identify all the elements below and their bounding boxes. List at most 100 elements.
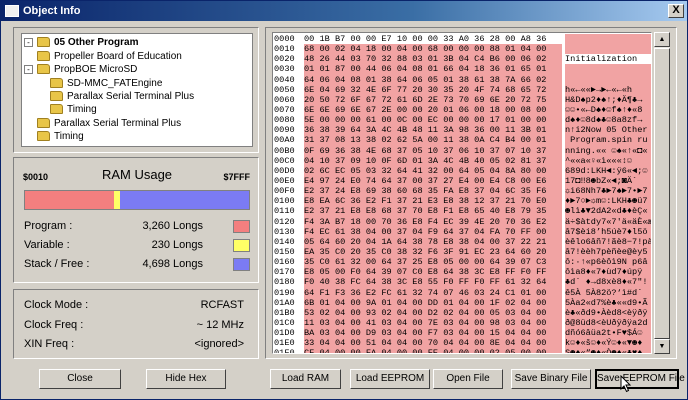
hex-row-ascii: 5Àa2«d7%è♣««d9•Ã [565, 297, 648, 308]
ram-usage-bar [24, 190, 250, 210]
window-close-button[interactable]: X [668, 4, 684, 18]
hex-row-bytes: CF 04 00 00 FA 04 00 00 FE 04 00 00 02 0… [304, 348, 547, 354]
stack-free-row: Stack / Free : 4,698 Longs [24, 258, 250, 272]
hex-row-address: 0100 [274, 196, 295, 207]
hex-row-address: 01B0 [274, 307, 295, 318]
open-file-button[interactable]: Open File [433, 369, 503, 389]
hex-row-ascii: ê5À 5À82ö?‘ì#d` [565, 287, 648, 298]
hex-row-bytes: F4 EC 61 38 04 00 37 04 F9 64 37 04 FA 7… [304, 226, 547, 237]
hex-row-bytes: E2 37 24 E8 69 38 60 68 35 FA E8 37 04 6… [304, 186, 547, 197]
tree-item[interactable]: Propeller Board of Education [37, 50, 182, 62]
hex-row-address: 00F0 [274, 186, 295, 197]
tree-item[interactable]: - PropBOE MicroSD [24, 63, 137, 75]
hex-row-ascii: k☺♦«š☺♦«Ý☺♦«▼☻♦ [565, 338, 643, 349]
hex-row-bytes: 31 37 08 13 38 02 62 5A 00 11 38 0A C4 B… [304, 135, 547, 146]
clock-freq-value: ~ 12 MHz [196, 319, 244, 331]
stack-free-color-swatch [233, 258, 250, 271]
hex-row-bytes: E4 97 24 E0 74 64 37 00 37 27 E4 00 E4 C… [304, 175, 547, 186]
clock-panel: Clock Mode : RCFAST Clock Freq : ~ 12 MH… [13, 289, 259, 359]
hide-hex-button[interactable]: Hide Hex [146, 369, 226, 389]
hex-row-ascii: ð@8üd8<èUðÿðÿa2d [565, 318, 648, 328]
clock-freq-row: Clock Freq : ~ 12 MHz [24, 319, 244, 333]
scroll-up-button[interactable]: ▲ [654, 32, 670, 47]
scroll-down-button[interactable]: ▼ [654, 339, 670, 354]
folder-icon [50, 104, 63, 114]
hex-row-ascii: nning.«« ☺♠«↑«◘« [565, 145, 648, 156]
hex-header-address: 0000 [274, 34, 302, 45]
hex-row-bytes: EA 35 C0 20 35 C0 38 32 F6 3F 91 EC 23 6… [304, 246, 547, 257]
xin-freq-value: <ignored> [194, 338, 244, 350]
hex-row-bytes: 05 64 60 20 04 1A 64 38 78 E8 38 04 00 3… [304, 236, 547, 247]
hex-row-ascii: ô:·↑«p6èôì9N p6â [565, 257, 648, 268]
variable-label: Variable : [24, 239, 70, 251]
hex-row-bytes: 64 F1 F3 36 E2 FC 61 32 74 07 46 03 24 C… [304, 287, 547, 298]
mouse-cursor-icon [620, 375, 632, 393]
tree-item-label: PropBOE MicroSD [54, 63, 138, 75]
tree-item[interactable]: Timing [50, 103, 97, 115]
tree-item[interactable]: Parallax Serial Terminal Plus [37, 117, 181, 129]
hex-row-bytes: 33 04 04 00 51 04 04 00 70 04 04 00 8E 0… [304, 338, 547, 349]
scroll-thumb[interactable] [654, 48, 670, 339]
hex-row-bytes: 5E 00 00 00 61 00 0C 00 EC 00 00 00 17 0… [304, 115, 547, 126]
folder-icon [37, 37, 50, 47]
hex-row-address: 01E0 [274, 338, 295, 349]
hex-row-address: 01A0 [274, 297, 295, 308]
hex-row-ascii: Program.spin ru [565, 135, 648, 146]
variable-value: 230 Longs [151, 239, 203, 251]
ram-usage-panel: $0010 RAM Usage $7FFF Program : 3,260 Lo… [13, 157, 259, 283]
hex-bytes-column: 00 1B B7 00 00 E7 10 00 00 33 A0 36 28 0… [304, 34, 562, 354]
hex-row-ascii: H&D♠p2♦♠↑;♦Ä¶♣→ [565, 94, 643, 105]
hex-row-bytes: 53 02 04 00 93 02 04 00 D2 02 04 00 05 0… [304, 307, 547, 318]
clock-freq-label: Clock Freq : [24, 319, 84, 331]
hex-vertical-scrollbar[interactable]: ▲ ▼ [654, 32, 670, 354]
clock-mode-value: RCFAST [200, 299, 244, 311]
hex-view[interactable]: 0000 0010 0020 0030 0040 0050 0060 0070 0080 009… [272, 32, 652, 354]
clock-mode-label: Clock Mode : [24, 299, 89, 311]
collapse-toggle[interactable]: - [24, 37, 33, 47]
tree-item[interactable]: Timing [37, 130, 84, 142]
hex-row-address: 0190 [274, 287, 295, 298]
load-eeprom-button[interactable]: Load EEPROM [350, 369, 430, 389]
tree-item-label: Parallax Serial Terminal Plus [67, 90, 195, 102]
clock-mode-row: Clock Mode : RCFAST [24, 299, 244, 313]
hex-row-address: 0010 [274, 44, 295, 55]
save-binary-file-button[interactable]: Save Binary File [511, 369, 591, 389]
hex-row-address: 0080 [274, 115, 295, 126]
hex-row-ascii: ♦►7○►☼m☺:LKH♣☻ü7 [565, 196, 648, 207]
collapse-toggle[interactable]: - [24, 64, 33, 74]
ram-bar-program [25, 191, 115, 209]
hex-row-bytes: 48 26 44 03 70 32 88 03 01 3B 04 C4 B6 0… [304, 54, 547, 65]
hex-row-address: 0180 [274, 277, 295, 288]
hex-row-address: 0090 [274, 125, 295, 136]
title-bar[interactable]: Object Info X [1, 1, 687, 21]
load-ram-button[interactable]: Load RAM [270, 369, 341, 389]
tree-item-label: 05 Other Program [54, 36, 139, 48]
hex-row-bytes: E2 37 21 E8 E8 68 37 70 E8 F1 E8 65 40 E… [304, 206, 547, 217]
xin-freq-label: XIN Freq : [24, 338, 75, 350]
tree-item[interactable]: Parallax Serial Terminal Plus [50, 90, 194, 102]
tree-item[interactable]: SD-MMC_FATEngine [50, 77, 162, 89]
hex-header-bytes: 00 1B B7 00 00 E7 10 00 00 33 A0 36 28 0… [304, 34, 562, 45]
hex-row-address: 0070 [274, 104, 295, 115]
hex-row-address: 01D0 [274, 328, 295, 339]
tree-item-root[interactable]: - 05 Other Program [24, 36, 138, 48]
hex-row-ascii: èêlo6âñ7!ãè8−7!pà [565, 236, 651, 247]
ram-header: $0010 RAM Usage $7FFF [14, 166, 260, 186]
folder-icon [37, 64, 50, 74]
hex-address-column: 0000 0010 0020 0030 0040 0050 0060 0070 0080 009… [274, 34, 302, 353]
hex-row-bytes: 01 01 87 00 44 06 04 08 01 66 04 18 36 0… [304, 64, 547, 75]
hex-row-ascii: è♣«ðd9•Àèd8<èÿðÿ [565, 307, 648, 318]
tree-item-label: SD-MMC_FATEngine [67, 77, 163, 89]
hex-row-address: 00C0 [274, 155, 295, 166]
variable-color-swatch [233, 239, 250, 252]
object-tree[interactable]: - 05 Other Program Propeller Board of Ed… [21, 33, 253, 147]
hex-row-bytes: E8 05 00 F0 64 39 07 C0 E8 64 38 3C E8 F… [304, 267, 547, 278]
hex-row-bytes: 02 6C EC 05 03 32 64 41 32 00 64 05 04 8… [304, 165, 547, 176]
hex-row-address: 0160 [274, 257, 295, 268]
hex-row-ascii: 17◘‼8☻bZ«◄;◙Ä´ [565, 176, 638, 187]
save-eeprom-file-button[interactable]: Save EEPROM File [595, 369, 685, 389]
hex-row-address: 0060 [274, 94, 295, 105]
close-button[interactable]: Close [39, 369, 121, 389]
folder-icon [37, 131, 50, 141]
hex-row-address: 0040 [274, 74, 295, 85]
